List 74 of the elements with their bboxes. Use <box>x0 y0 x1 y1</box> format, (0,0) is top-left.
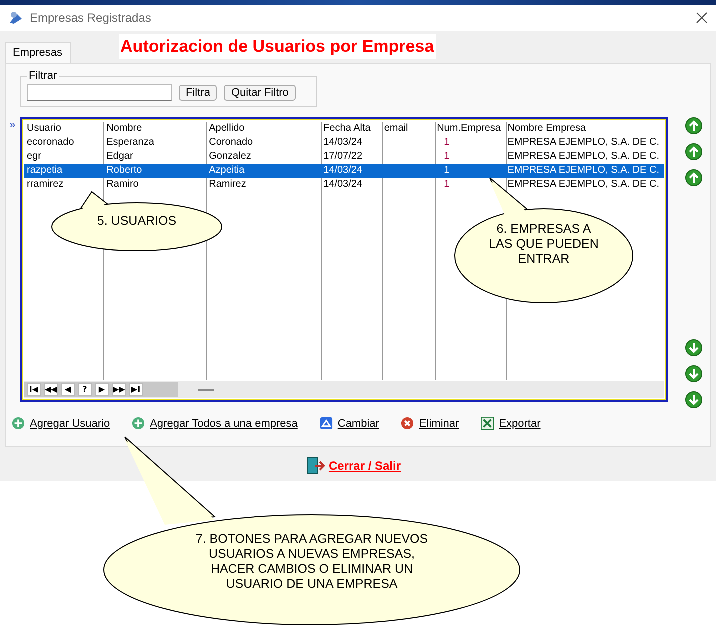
table-cell: 1 <box>444 179 450 190</box>
spreadsheet-icon <box>481 417 494 430</box>
filter-button[interactable]: Quitar Filtro <box>224 84 296 100</box>
plus-icon <box>12 417 25 430</box>
table-cell: Gonzalez <box>209 151 252 162</box>
column-header[interactable]: Usuario <box>27 123 62 134</box>
table-cell: EMPRESA EJEMPLO, S.A. DE C. <box>508 137 660 148</box>
navigator-button[interactable]: ◀◀ <box>44 383 58 396</box>
table-cell: 14/03/24 <box>324 179 363 190</box>
table-cell: Ramirez <box>209 179 246 190</box>
app-icon <box>8 10 24 26</box>
column-header[interactable]: Apellido <box>209 123 245 134</box>
scrollbar-thumb[interactable] <box>198 388 214 390</box>
action-button[interactable]: Agregar Todos a una empresa <box>130 417 300 430</box>
plus-icon <box>132 417 146 430</box>
column-header[interactable]: Fecha Alta <box>324 123 371 134</box>
callout-text: 6. EMPRESAS A LAS QUE PUEDEN ENTRAR <box>488 222 600 267</box>
column-header[interactable]: Nombre <box>106 123 142 134</box>
move-down-icon[interactable] <box>685 365 703 383</box>
navigator-button[interactable]: I◀ <box>27 383 41 396</box>
move-down-icon[interactable] <box>685 339 703 357</box>
navigator-button[interactable]: ◀ <box>61 383 75 396</box>
table-row[interactable]: egr Edgar Gonzalez 17/07/22 1 EMPRESA EJEMPLO, S.A. DE C. <box>24 150 664 164</box>
callout-text: 7. BOTONES PARA AGREGAR NUEVOS USUARIOS A NUEVAS EMPRESAS, HACER CAMBIOS O ELIMINAR UN USUARIO DE UNA EMPRESA <box>194 532 430 592</box>
table-cell: 1 <box>444 165 450 176</box>
table-cell: Roberto <box>106 165 142 176</box>
table-cell: Esperanza <box>106 137 154 148</box>
move-up-icon[interactable] <box>685 143 703 161</box>
navigator-button[interactable]: ? <box>78 383 92 396</box>
move-up-icon[interactable] <box>685 117 703 135</box>
move-down-icon[interactable] <box>685 391 703 409</box>
table-cell: Ramiro <box>106 179 139 190</box>
action-button[interactable]: Agregar Usuario <box>10 417 112 430</box>
move-up-icon[interactable] <box>685 169 703 187</box>
table-cell: ecoronado <box>27 137 74 148</box>
filter-field[interactable] <box>27 84 172 101</box>
column-header[interactable]: Nombre Empresa <box>508 123 586 134</box>
action-button[interactable]: Eliminar <box>399 417 462 430</box>
table-cell: egr <box>27 151 42 162</box>
table-cell: EMPRESA EJEMPLO, S.A. DE C. <box>508 151 660 162</box>
delete-icon <box>401 417 414 430</box>
column-header[interactable]: Num.Empresa <box>437 123 501 134</box>
callout-text: 5. USUARIOS <box>96 214 178 229</box>
action-button[interactable]: Exportar <box>479 417 543 430</box>
action-button[interactable]: Cambiar <box>318 417 382 430</box>
exit-door-icon <box>306 457 325 475</box>
page-heading: Autorizacion de Usuarios por Empresa <box>118 34 436 59</box>
table-cell: Azpeitia <box>209 165 245 176</box>
table-cell: razpetia <box>27 165 63 176</box>
table-row[interactable]: razpetia Roberto Azpeitia 14/03/24 1 EMPRESA EJEMPLO, S.A. DE C. <box>24 164 664 178</box>
table-cell: 14/03/24 <box>324 137 363 148</box>
filter-label: Filtrar <box>28 70 58 82</box>
table-cell: 17/07/22 <box>324 151 363 162</box>
triangle-icon <box>320 417 333 430</box>
table-cell: Edgar <box>106 151 134 162</box>
table-cell: EMPRESA EJEMPLO, S.A. DE C. <box>508 165 660 176</box>
table-cell: EMPRESA EJEMPLO, S.A. DE C. <box>508 179 660 190</box>
row-indicator: » <box>10 120 17 131</box>
table-row[interactable]: rramirez Ramiro Ramirez 14/03/24 1 EMPRESA EJEMPLO, S.A. DE C. <box>24 178 664 192</box>
navigator-button[interactable]: ▶ <box>95 383 109 396</box>
table-cell: 1 <box>444 151 450 162</box>
exit-button[interactable]: Cerrar / Salir <box>306 457 402 475</box>
table-cell: 1 <box>444 137 450 148</box>
close-icon[interactable] <box>696 12 708 24</box>
table-cell: rramirez <box>27 179 64 190</box>
table-cell: 14/03/24 <box>324 165 363 176</box>
column-header[interactable]: email <box>384 123 408 134</box>
navigator-button[interactable]: ▶I <box>129 383 143 396</box>
table-row[interactable]: ecoronado Esperanza Coronado 14/03/24 1 EMPRESA EJEMPLO, S.A. DE C. <box>24 136 664 150</box>
tab[interactable]: Empresas <box>5 42 71 63</box>
window-title: Empresas Registradas <box>30 11 152 25</box>
filter-button[interactable]: Filtra <box>179 84 218 100</box>
table-cell: Coronado <box>209 137 254 148</box>
navigator-button[interactable]: ▶▶ <box>112 383 126 396</box>
